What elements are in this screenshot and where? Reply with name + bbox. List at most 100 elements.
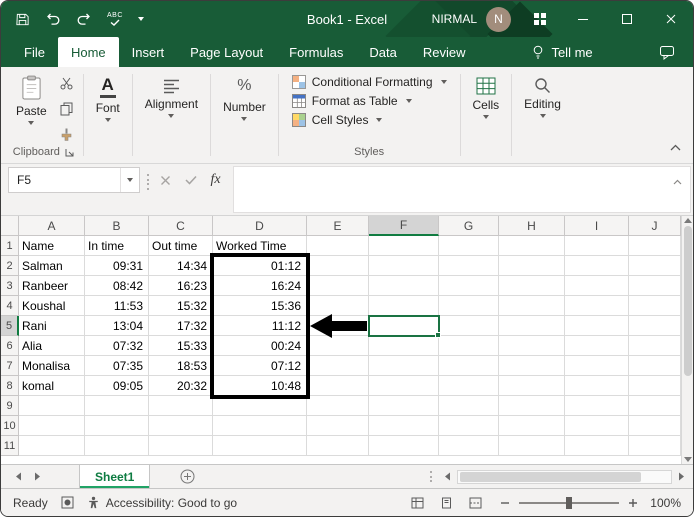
row-header-4[interactable]: 4 bbox=[1, 296, 19, 316]
column-header-F[interactable]: F bbox=[369, 216, 439, 236]
cell-J4[interactable] bbox=[629, 296, 681, 316]
cell-B6[interactable]: 07:32 bbox=[85, 336, 149, 356]
cell-H1[interactable] bbox=[499, 236, 565, 256]
cell-G5[interactable] bbox=[439, 316, 499, 336]
cell-I1[interactable] bbox=[565, 236, 629, 256]
cell-H4[interactable] bbox=[499, 296, 565, 316]
alignment-group-button[interactable]: Alignment bbox=[136, 69, 207, 120]
cell-H7[interactable] bbox=[499, 356, 565, 376]
cell-E11[interactable] bbox=[307, 436, 369, 456]
cell-D4[interactable]: 15:36 bbox=[213, 296, 307, 316]
cell-B9[interactable] bbox=[85, 396, 149, 416]
name-box-dropdown[interactable] bbox=[120, 168, 139, 192]
cell-F2[interactable] bbox=[369, 256, 439, 276]
cell-I3[interactable] bbox=[565, 276, 629, 296]
cell-A8[interactable]: komal bbox=[19, 376, 85, 396]
cell-B5[interactable]: 13:04 bbox=[85, 316, 149, 336]
cell-G11[interactable] bbox=[439, 436, 499, 456]
format-as-table-button[interactable]: Format as Table bbox=[290, 93, 449, 109]
undo-button[interactable] bbox=[45, 12, 61, 26]
cell-C1[interactable]: Out time bbox=[149, 236, 213, 256]
cell-F7[interactable] bbox=[369, 356, 439, 376]
cell-G4[interactable] bbox=[439, 296, 499, 316]
cell-D7[interactable]: 07:12 bbox=[213, 356, 307, 376]
enter-entry-button[interactable] bbox=[178, 168, 203, 192]
cell-H5[interactable] bbox=[499, 316, 565, 336]
page-break-view-icon[interactable] bbox=[469, 497, 482, 509]
accessibility-status[interactable]: Accessibility: Good to go bbox=[87, 496, 237, 510]
minimize-button[interactable] bbox=[561, 1, 605, 37]
cell-styles-button[interactable]: Cell Styles bbox=[290, 112, 449, 128]
cell-H2[interactable] bbox=[499, 256, 565, 276]
drag-handle-icon[interactable] bbox=[430, 471, 432, 482]
cell-C7[interactable]: 18:53 bbox=[149, 356, 213, 376]
cell-B8[interactable]: 09:05 bbox=[85, 376, 149, 396]
cell-E10[interactable] bbox=[307, 416, 369, 436]
cell-F10[interactable] bbox=[369, 416, 439, 436]
cell-B2[interactable]: 09:31 bbox=[85, 256, 149, 276]
zoom-slider[interactable] bbox=[519, 502, 619, 504]
tab-file[interactable]: File bbox=[11, 37, 58, 67]
cell-B7[interactable]: 07:35 bbox=[85, 356, 149, 376]
format-painter-button[interactable] bbox=[60, 128, 73, 146]
cell-C8[interactable]: 20:32 bbox=[149, 376, 213, 396]
insert-function-button[interactable]: fx bbox=[203, 168, 228, 192]
cell-F4[interactable] bbox=[369, 296, 439, 316]
row-header-1[interactable]: 1 bbox=[1, 236, 19, 256]
cell-F3[interactable] bbox=[369, 276, 439, 296]
tab-insert[interactable]: Insert bbox=[119, 37, 178, 67]
cell-B3[interactable]: 08:42 bbox=[85, 276, 149, 296]
tell-me-button[interactable]: Tell me bbox=[524, 37, 600, 67]
cell-C6[interactable]: 15:33 bbox=[149, 336, 213, 356]
cell-I9[interactable] bbox=[565, 396, 629, 416]
cell-G6[interactable] bbox=[439, 336, 499, 356]
normal-view-icon[interactable] bbox=[411, 497, 424, 509]
cell-D3[interactable]: 16:24 bbox=[213, 276, 307, 296]
row-header-2[interactable]: 2 bbox=[1, 256, 19, 276]
horizontal-scrollbar-thumb[interactable] bbox=[460, 472, 641, 482]
cell-H3[interactable] bbox=[499, 276, 565, 296]
zoom-out-button[interactable] bbox=[500, 498, 510, 508]
cell-J7[interactable] bbox=[629, 356, 681, 376]
row-header-10[interactable]: 10 bbox=[1, 416, 19, 436]
cell-H8[interactable] bbox=[499, 376, 565, 396]
cell-F1[interactable] bbox=[369, 236, 439, 256]
select-all-corner[interactable] bbox=[1, 216, 19, 236]
scroll-left-button[interactable] bbox=[441, 472, 454, 481]
zoom-slider-thumb[interactable] bbox=[566, 497, 572, 509]
cell-E7[interactable] bbox=[307, 356, 369, 376]
comments-button[interactable] bbox=[659, 37, 675, 67]
formula-input[interactable] bbox=[233, 166, 691, 213]
cell-B10[interactable] bbox=[85, 416, 149, 436]
maximize-button[interactable] bbox=[605, 1, 649, 37]
row-header-9[interactable]: 9 bbox=[1, 396, 19, 416]
cell-H9[interactable] bbox=[499, 396, 565, 416]
previous-sheet-icon[interactable] bbox=[15, 472, 22, 481]
cell-H11[interactable] bbox=[499, 436, 565, 456]
cell-G2[interactable] bbox=[439, 256, 499, 276]
cell-I8[interactable] bbox=[565, 376, 629, 396]
cell-F11[interactable] bbox=[369, 436, 439, 456]
cell-D8[interactable]: 10:48 bbox=[213, 376, 307, 396]
column-header-B[interactable]: B bbox=[85, 216, 149, 236]
cell-J9[interactable] bbox=[629, 396, 681, 416]
cut-button[interactable] bbox=[60, 77, 73, 95]
page-layout-view-icon[interactable] bbox=[440, 497, 453, 509]
row-header-11[interactable]: 11 bbox=[1, 436, 19, 456]
row-header-5[interactable]: 5 bbox=[1, 316, 19, 336]
cell-C10[interactable] bbox=[149, 416, 213, 436]
expand-formula-bar-button[interactable] bbox=[673, 174, 682, 188]
name-box[interactable]: F5 bbox=[8, 167, 140, 193]
cell-I10[interactable] bbox=[565, 416, 629, 436]
next-sheet-icon[interactable] bbox=[34, 472, 41, 481]
cell-G3[interactable] bbox=[439, 276, 499, 296]
column-header-C[interactable]: C bbox=[149, 216, 213, 236]
column-header-D[interactable]: D bbox=[213, 216, 307, 236]
cell-J2[interactable] bbox=[629, 256, 681, 276]
horizontal-scrollbar-track[interactable] bbox=[457, 470, 672, 484]
cell-I11[interactable] bbox=[565, 436, 629, 456]
column-header-E[interactable]: E bbox=[307, 216, 369, 236]
cell-A7[interactable]: Monalisa bbox=[19, 356, 85, 376]
new-sheet-button[interactable] bbox=[180, 465, 195, 488]
tab-data[interactable]: Data bbox=[356, 37, 409, 67]
